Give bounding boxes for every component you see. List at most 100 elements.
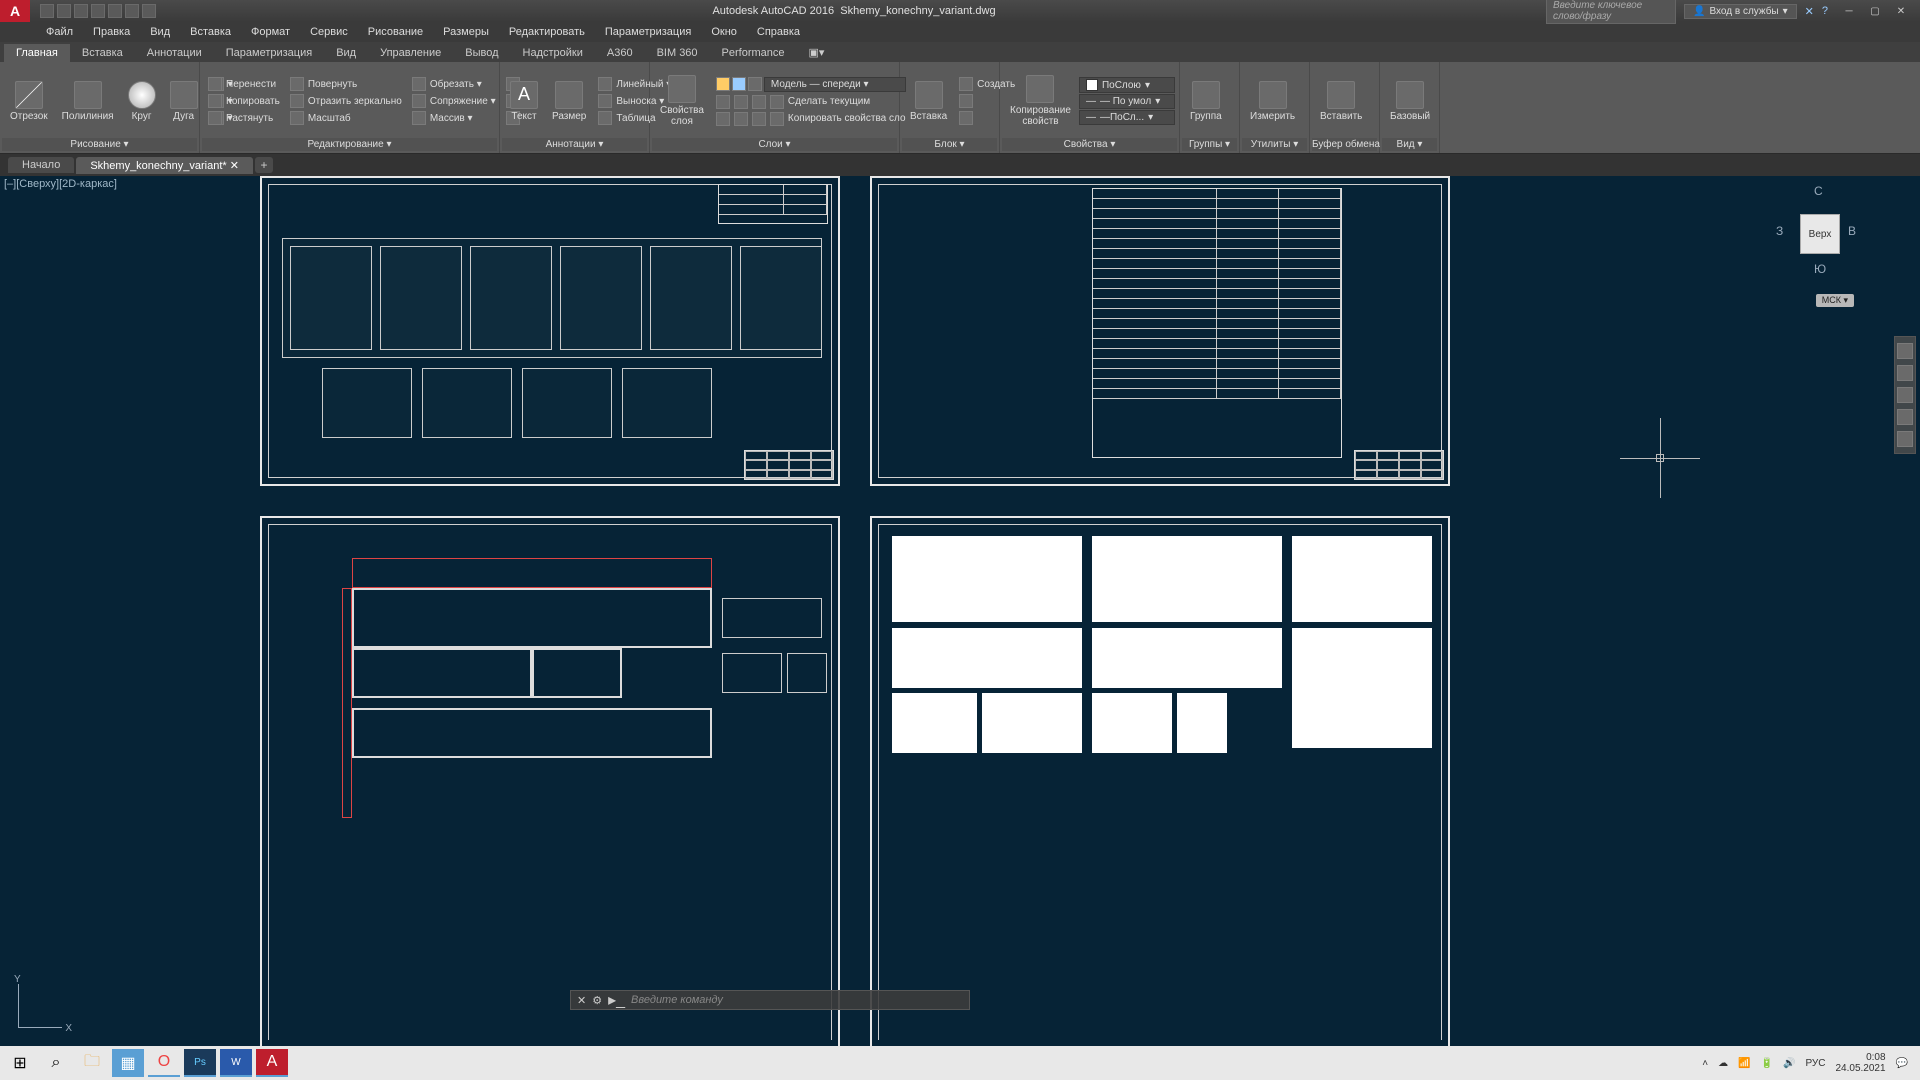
nav-zoom-icon[interactable]: [1897, 387, 1913, 403]
tab-parametric[interactable]: Параметризация: [214, 44, 324, 62]
trim-button[interactable]: Обрезать ▾: [408, 76, 500, 92]
match-properties-button[interactable]: Копирование свойств: [1004, 73, 1077, 129]
panel-groups-title[interactable]: Группы ▾: [1182, 138, 1237, 151]
mirror-button[interactable]: Отразить зеркально: [286, 93, 406, 109]
wcs-selector[interactable]: МСК ▾: [1816, 294, 1854, 307]
layer-properties-button[interactable]: Свойства слоя: [654, 73, 710, 129]
taskbar-calculator-icon[interactable]: ▦: [112, 1049, 144, 1077]
rotate-button[interactable]: Повернуть: [286, 76, 406, 92]
command-input[interactable]: Введите команду: [631, 994, 723, 1006]
tab-output[interactable]: Вывод: [453, 44, 510, 62]
taskbar-photoshop-icon[interactable]: Ps: [184, 1049, 216, 1077]
filetab-start[interactable]: Начало: [8, 157, 74, 173]
qat-new-icon[interactable]: [40, 4, 54, 18]
copy-button[interactable]: Копировать: [204, 93, 284, 109]
tab-addins[interactable]: Надстройки: [511, 44, 595, 62]
tab-performance[interactable]: Performance: [710, 44, 797, 62]
polyline-button[interactable]: Полилиния: [56, 79, 120, 124]
menu-draw[interactable]: Рисование: [358, 24, 433, 40]
tray-chevron-icon[interactable]: ˄: [1702, 1058, 1708, 1069]
nav-showmotion-icon[interactable]: [1897, 431, 1913, 447]
tab-view[interactable]: Вид: [324, 44, 368, 62]
tray-wifi-icon[interactable]: 📶: [1738, 1058, 1750, 1069]
cmdline-close-icon[interactable]: ✕: [577, 994, 586, 1007]
viewport-label[interactable]: [–][Сверху][2D-каркас]: [4, 178, 117, 190]
panel-block-title[interactable]: Блок ▾: [902, 138, 997, 151]
qat-plot-icon[interactable]: [108, 4, 122, 18]
panel-view-title[interactable]: Вид ▾: [1382, 138, 1437, 151]
menu-view[interactable]: Вид: [140, 24, 180, 40]
panel-modify-title[interactable]: Редактирование ▾: [202, 138, 497, 151]
menu-file[interactable]: Файл: [36, 24, 83, 40]
taskbar-explorer-icon[interactable]: 🗀: [76, 1049, 108, 1077]
minimize-button[interactable]: ─: [1836, 2, 1862, 20]
text-button[interactable]: AТекст: [504, 79, 544, 124]
insert-block-button[interactable]: Вставка: [904, 79, 953, 124]
viewcube-top-face[interactable]: Верх: [1800, 214, 1840, 254]
ucs-icon[interactable]: Y X: [10, 976, 70, 1036]
tray-language[interactable]: РУС: [1805, 1058, 1825, 1069]
start-button[interactable]: ⊞: [4, 1049, 36, 1077]
command-line[interactable]: ✕ ⚙ ▸_ Введите команду: [570, 990, 970, 1010]
dimension-button[interactable]: Размер: [546, 79, 592, 124]
lineweight-selector[interactable]: —— По умол▾: [1079, 94, 1175, 109]
arc-button[interactable]: Дуга: [164, 79, 204, 124]
qat-open-icon[interactable]: [57, 4, 71, 18]
filetab-add[interactable]: +: [255, 157, 273, 173]
qat-redo-icon[interactable]: [142, 4, 156, 18]
menu-parametric[interactable]: Параметризация: [595, 24, 701, 40]
layer-freeze-icon[interactable]: [732, 77, 746, 91]
menu-help[interactable]: Справка: [747, 24, 810, 40]
tray-onedrive-icon[interactable]: ☁: [1718, 1058, 1728, 1069]
fillet-button[interactable]: Сопряжение ▾: [408, 93, 500, 109]
match-layer-button[interactable]: Копировать свойства сло: [712, 111, 910, 127]
sign-in-button[interactable]: 👤Вход в службы▾: [1684, 4, 1797, 19]
close-button[interactable]: ✕: [1888, 2, 1914, 20]
paste-button[interactable]: Вставить: [1314, 79, 1368, 124]
taskbar-search-icon[interactable]: ⌕: [40, 1049, 72, 1077]
nav-orbit-icon[interactable]: [1897, 409, 1913, 425]
linetype-selector[interactable]: ——ПоСл...▾: [1079, 110, 1175, 125]
move-button[interactable]: Перенести: [204, 76, 284, 92]
drawing-viewport[interactable]: [–][Сверху][2D-каркас]: [0, 176, 1920, 1046]
color-selector[interactable]: ПоСлою▾: [1079, 77, 1175, 93]
menu-insert[interactable]: Вставка: [180, 24, 241, 40]
menu-window[interactable]: Окно: [701, 24, 747, 40]
make-current-button[interactable]: Сделать текущим: [712, 94, 910, 110]
tray-volume-icon[interactable]: 🔊: [1783, 1058, 1795, 1069]
help-icon[interactable]: ?: [1822, 5, 1828, 17]
tray-clock[interactable]: 0:08 24.05.2021: [1835, 1052, 1885, 1074]
exchange-icon[interactable]: ✕: [1805, 5, 1814, 18]
line-button[interactable]: Отрезок: [4, 79, 54, 124]
tray-battery-icon[interactable]: 🔋: [1761, 1058, 1773, 1069]
stretch-button[interactable]: Растянуть: [204, 110, 284, 126]
array-button[interactable]: Массив ▾: [408, 110, 500, 126]
tab-bim360[interactable]: BIM 360: [645, 44, 710, 62]
app-logo[interactable]: A: [0, 0, 30, 22]
scale-button[interactable]: Масштаб: [286, 110, 406, 126]
qat-saveas-icon[interactable]: [91, 4, 105, 18]
panel-layers-title[interactable]: Слои ▾: [652, 138, 897, 151]
tab-manage[interactable]: Управление: [368, 44, 453, 62]
taskbar-word-icon[interactable]: W: [220, 1049, 252, 1077]
taskbar-opera-icon[interactable]: O: [148, 1049, 180, 1077]
panel-annotation-title[interactable]: Аннотации ▾: [502, 138, 647, 151]
restore-button[interactable]: ▢: [1862, 2, 1888, 20]
nav-wheel-icon[interactable]: [1897, 343, 1913, 359]
tab-home[interactable]: Главная: [4, 44, 70, 62]
menu-tools[interactable]: Сервис: [300, 24, 358, 40]
measure-button[interactable]: Измерить: [1244, 79, 1301, 124]
qat-undo-icon[interactable]: [125, 4, 139, 18]
menu-dimension[interactable]: Размеры: [433, 24, 499, 40]
tray-notifications-icon[interactable]: 💬: [1896, 1058, 1908, 1069]
cmdline-options-icon[interactable]: ⚙: [592, 994, 602, 1007]
panel-utilities-title[interactable]: Утилиты ▾: [1242, 138, 1307, 151]
nav-pan-icon[interactable]: [1897, 365, 1913, 381]
baseview-button[interactable]: Базовый: [1384, 79, 1436, 124]
layer-light-icon[interactable]: [716, 77, 730, 91]
panel-properties-title[interactable]: Свойства ▾: [1002, 138, 1177, 151]
menu-edit[interactable]: Правка: [83, 24, 140, 40]
taskbar-autocad-icon[interactable]: A: [256, 1049, 288, 1077]
filetab-document[interactable]: Skhemy_konechny_variant* ✕: [76, 157, 253, 174]
tab-insert[interactable]: Вставка: [70, 44, 135, 62]
